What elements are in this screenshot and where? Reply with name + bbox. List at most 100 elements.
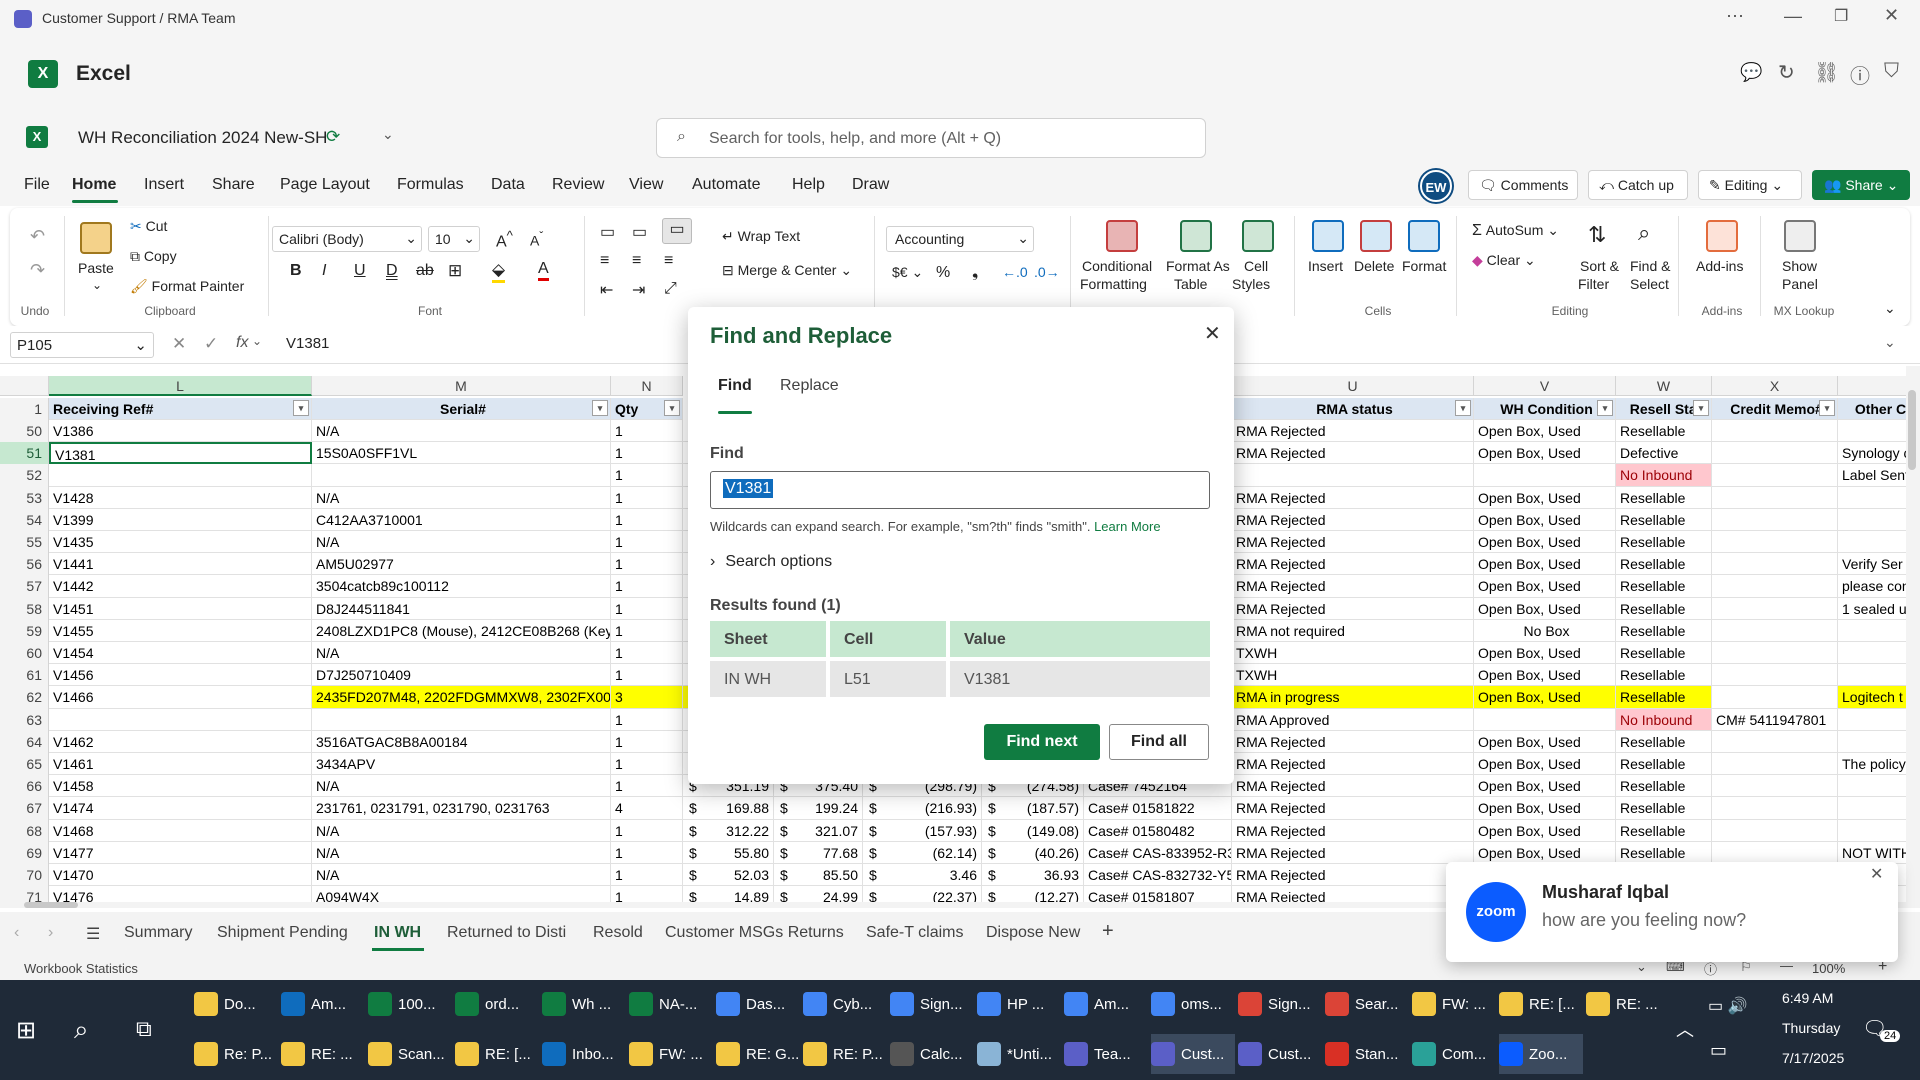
underline-icon[interactable]: U [354, 262, 366, 280]
menu-share[interactable]: Share [212, 176, 255, 194]
grid-cell[interactable]: 1 [611, 841, 683, 864]
grid-cell[interactable] [1232, 464, 1474, 487]
row-header[interactable]: 65 [0, 753, 49, 776]
taskbar-app-excel[interactable]: ord... [455, 984, 519, 1024]
taskbar-app-excel[interactable]: NA-... [629, 984, 697, 1024]
grid-cell[interactable]: V1456 [49, 664, 312, 687]
grid-cell[interactable]: CM# 5411947801 [1712, 708, 1838, 731]
grid-cell[interactable] [1712, 686, 1838, 709]
cancel-icon[interactable]: ✕ [172, 334, 186, 354]
taskbar-app-outlook[interactable]: Inbo... [542, 1034, 626, 1074]
sort-filter-icon[interactable]: ⇅ [1588, 222, 1606, 248]
grid-cell[interactable]: Resellable [1616, 686, 1712, 709]
menu-file[interactable]: File [24, 176, 50, 194]
expand-formula-icon[interactable]: ⌄ [1884, 334, 1896, 351]
grid-cell[interactable]: Open Box, Used [1474, 531, 1616, 554]
grid-cell[interactable]: 1 [611, 597, 683, 620]
menu-automate[interactable]: Automate [692, 176, 760, 194]
styles-label[interactable]: Styles [1232, 276, 1270, 292]
grid-cell[interactable] [1712, 597, 1838, 620]
grid-cell[interactable]: Case# 01580482 [1084, 819, 1232, 842]
sort-label[interactable]: Sort & [1580, 258, 1619, 274]
grid-cell[interactable]: 1 [611, 553, 683, 576]
taskbar-app-excel[interactable]: Wh ... [542, 984, 611, 1024]
prev-sheet-icon[interactable]: ‹ [14, 924, 19, 942]
grid-cell[interactable]: V1399 [49, 508, 312, 531]
grid-cell[interactable]: $ (187.57) [982, 797, 1084, 820]
number-format-select[interactable]: Accounting ⌄ [886, 226, 1034, 252]
grid-cell[interactable]: RMA Rejected [1232, 508, 1474, 531]
grid-cell[interactable]: V1477 [49, 841, 312, 864]
info-icon[interactable]: ⓘ [1850, 60, 1870, 89]
grid-cell[interactable]: Open Box, Used [1474, 508, 1616, 531]
grid-cell[interactable] [1712, 819, 1838, 842]
grid-cell[interactable]: V1462 [49, 730, 312, 753]
grid-cell[interactable]: RMA Rejected [1232, 819, 1474, 842]
grid-cell[interactable] [1712, 775, 1838, 798]
column-header[interactable]: W [1616, 376, 1712, 396]
grid-cell[interactable]: Resellable [1616, 597, 1712, 620]
filter-dropdown-icon[interactable]: ▾ [1597, 400, 1613, 416]
currency-icon[interactable]: $€ ⌄ [892, 264, 923, 281]
grid-cell[interactable]: Open Box, Used [1474, 841, 1616, 864]
align-center-icon[interactable]: ≡ [632, 252, 641, 270]
taskbar-app-edge[interactable]: Com... [1412, 1034, 1496, 1074]
grid-cell[interactable]: Open Box, Used [1474, 797, 1616, 820]
grid-cell[interactable]: TXWH [1232, 664, 1474, 687]
grid-cell[interactable]: No Inbound [1616, 708, 1712, 731]
column-header[interactable]: L [49, 376, 312, 396]
sheet-tab-customer-msgs-returns[interactable]: Customer MSGs Returns [665, 924, 844, 942]
zoom-notification[interactable]: zoom Musharaf Iqbal how are you feeling … [1446, 862, 1898, 962]
row-header[interactable]: 70 [0, 864, 49, 887]
taskbar-app-edge[interactable]: Am... [281, 984, 346, 1024]
chevron-down-icon[interactable]: ⌄ [382, 126, 394, 143]
grid-cell[interactable]: V1386 [49, 420, 312, 443]
row-header[interactable]: 60 [0, 642, 49, 665]
row-header[interactable]: 59 [0, 619, 49, 642]
redo-icon[interactable]: ↷ [30, 260, 45, 281]
grid-cell[interactable]: 1 [611, 442, 683, 465]
grid-cell[interactable]: RMA Rejected [1232, 575, 1474, 598]
grid-cell[interactable]: $ (40.26) [982, 841, 1084, 864]
taskbar-app-outlook-mail[interactable]: Scan... [368, 1034, 452, 1074]
fill-color-icon[interactable]: ⬙ [492, 260, 506, 283]
taskbar-time[interactable]: 6:49 AM [1782, 990, 1833, 1006]
tab-find[interactable]: Find [718, 377, 752, 395]
taskbar-app-outlook-mail[interactable]: RE: P... [803, 1034, 887, 1074]
grid-cell[interactable]: 1 [611, 486, 683, 509]
network-icon[interactable]: ▭ [1710, 1040, 1727, 1061]
grid-cell[interactable]: Open Box, Used [1474, 597, 1616, 620]
workbook-statistics[interactable]: Workbook Statistics [24, 961, 138, 976]
format-label[interactable]: Format [1402, 258, 1446, 274]
double-underline-icon[interactable]: D [386, 262, 398, 280]
grid-cell[interactable]: $ (216.93) [863, 797, 982, 820]
grid-cell[interactable]: Open Box, Used [1474, 553, 1616, 576]
grid-cell[interactable] [1712, 553, 1838, 576]
grid-cell[interactable]: V1466 [49, 686, 312, 709]
grid-cell[interactable] [1712, 531, 1838, 554]
grid-cell[interactable]: 1 [611, 775, 683, 798]
menu-data[interactable]: Data [491, 176, 525, 194]
row-header[interactable]: 68 [0, 819, 49, 842]
filter-dropdown-icon[interactable]: ▾ [293, 400, 309, 416]
row-header[interactable]: 61 [0, 664, 49, 687]
column-header[interactable]: M [312, 376, 611, 396]
sheet-tab-summary[interactable]: Summary [124, 924, 192, 942]
grid-cell[interactable]: RMA Rejected [1232, 753, 1474, 776]
taskbar-app-calculator[interactable]: Calc... [890, 1034, 974, 1074]
grid-cell[interactable]: RMA Rejected [1232, 864, 1474, 887]
grid-cell[interactable]: V1441 [49, 553, 312, 576]
formatting-label[interactable]: Formatting [1080, 276, 1147, 292]
add-sheet-icon[interactable]: + [1102, 920, 1114, 943]
more-icon[interactable]: ⋯ [1726, 6, 1744, 27]
grid-cell[interactable]: 1 [611, 819, 683, 842]
grid-cell[interactable]: Resellable [1616, 841, 1712, 864]
taskbar-app-chrome[interactable]: HP ... [977, 984, 1044, 1024]
borders-icon[interactable]: ⊞ [448, 261, 462, 281]
grid-cell[interactable]: V1461 [49, 753, 312, 776]
result-row-cell[interactable]: L51 [830, 661, 946, 697]
align-middle-icon[interactable]: ▭ [632, 222, 647, 242]
grid-cell[interactable]: V1435 [49, 531, 312, 554]
autosum-button[interactable]: Σ AutoSum ⌄ [1472, 222, 1559, 240]
grid-cell[interactable] [1712, 642, 1838, 665]
